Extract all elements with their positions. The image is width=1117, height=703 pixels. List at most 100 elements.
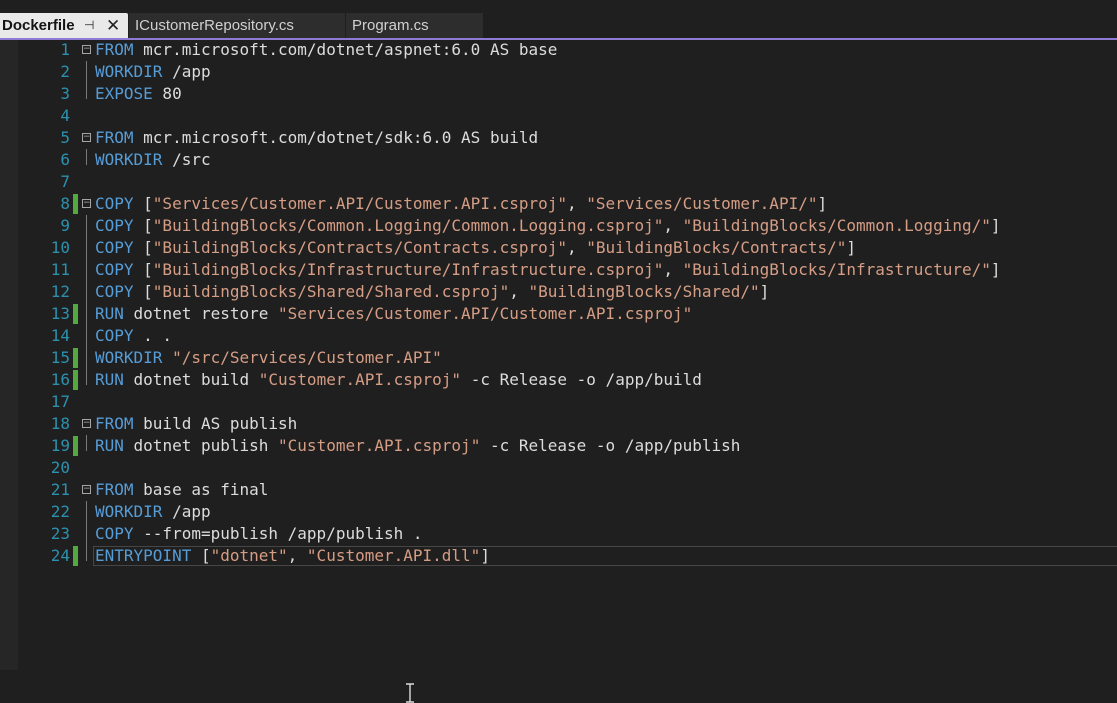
collapse-icon[interactable]: − bbox=[82, 419, 91, 428]
code-text[interactable]: COPY ["BuildingBlocks/Contracts/Contract… bbox=[95, 237, 856, 259]
outline-guide bbox=[86, 281, 87, 303]
code-line[interactable]: 7 bbox=[0, 171, 1117, 193]
code-line[interactable]: 1 − FROM mcr.microsoft.com/dotnet/aspnet:6… bbox=[0, 39, 1117, 61]
code-text[interactable]: COPY ["Services/Customer.API/Customer.AP… bbox=[95, 193, 827, 215]
code-text[interactable]: WORKDIR /src bbox=[95, 149, 211, 171]
code-text[interactable]: FROM build AS publish bbox=[95, 413, 297, 435]
keyword-token: WORKDIR bbox=[95, 502, 163, 521]
line-number: 15 bbox=[50, 348, 70, 367]
close-icon[interactable]: ✕ bbox=[106, 13, 120, 38]
text-token: , bbox=[287, 546, 307, 565]
code-line[interactable]: 18 − FROM build AS publish bbox=[0, 413, 1117, 435]
code-line[interactable]: 10 COPY ["BuildingBlocks/Contracts/Contra… bbox=[0, 237, 1117, 259]
code-line[interactable]: 8 − COPY ["Services/Customer.API/Customer.… bbox=[0, 193, 1117, 215]
collapse-icon[interactable]: − bbox=[82, 133, 91, 142]
code-text[interactable]: WORKDIR /app bbox=[95, 501, 211, 523]
code-line[interactable]: 21 − FROM base as final bbox=[0, 479, 1117, 501]
code-text[interactable]: WORKDIR /app bbox=[95, 61, 211, 83]
outline-guide bbox=[86, 523, 87, 545]
code-text[interactable]: WORKDIR "/src/Services/Customer.API" bbox=[95, 347, 442, 369]
tab-program[interactable]: Program.cs bbox=[346, 13, 483, 38]
code-text[interactable]: FROM mcr.microsoft.com/dotnet/aspnet:6.0… bbox=[95, 39, 557, 61]
change-marker bbox=[73, 546, 78, 566]
code-text[interactable]: COPY ["BuildingBlocks/Shared/Shared.cspr… bbox=[95, 281, 769, 303]
code-line[interactable]: 19 RUN dotnet publish "Customer.API.cspro… bbox=[0, 435, 1117, 457]
code-line[interactable]: 12 COPY ["BuildingBlocks/Shared/Shared.cs… bbox=[0, 281, 1117, 303]
code-text[interactable]: COPY --from=publish /app/publish . bbox=[95, 523, 423, 545]
code-line[interactable]: 23 COPY --from=publish /app/publish . bbox=[0, 523, 1117, 545]
text-token: /app bbox=[162, 62, 211, 81]
keyword-token: COPY bbox=[95, 326, 134, 345]
outline-guide bbox=[86, 61, 87, 83]
collapse-icon[interactable]: − bbox=[82, 199, 91, 208]
collapse-icon[interactable]: − bbox=[82, 45, 91, 54]
code-text[interactable]: ENTRYPOINT ["dotnet", "Customer.API.dll"… bbox=[95, 545, 490, 567]
code-text[interactable]: FROM mcr.microsoft.com/dotnet/sdk:6.0 AS… bbox=[95, 127, 538, 149]
pin-icon[interactable]: ⊣ bbox=[84, 13, 94, 38]
text-token: /app bbox=[162, 502, 211, 521]
tab-label: ICustomerRepository.cs bbox=[135, 17, 294, 34]
code-line[interactable]: 14 COPY . . bbox=[0, 325, 1117, 347]
text-token: dotnet build bbox=[123, 370, 259, 389]
code-editor[interactable]: 1− FROM mcr.microsoft.com/dotnet/aspnet:6… bbox=[0, 39, 1117, 703]
code-line[interactable]: 13 RUN dotnet restore "Services/Customer.… bbox=[0, 303, 1117, 325]
keyword-token: WORKDIR bbox=[95, 150, 163, 169]
text-token: ] bbox=[846, 238, 857, 257]
code-line[interactable]: 6 WORKDIR /src bbox=[0, 149, 1117, 171]
code-line[interactable]: 16 RUN dotnet build "Customer.API.csproj"… bbox=[0, 369, 1117, 391]
tab-dockerfile[interactable]: Dockerfile ⊣ ✕ bbox=[0, 13, 128, 38]
keyword-token: WORKDIR bbox=[95, 62, 163, 81]
code-line[interactable]: 17 bbox=[0, 391, 1117, 413]
code-text[interactable]: COPY ["BuildingBlocks/Infrastructure/Inf… bbox=[95, 259, 1001, 281]
code-line[interactable]: 4 bbox=[0, 105, 1117, 127]
text-cursor-icon bbox=[406, 683, 414, 703]
text-token: ] bbox=[759, 282, 770, 301]
line-number: 22 bbox=[50, 502, 70, 521]
text-token: mcr.microsoft.com/dotnet/sdk:6.0 AS buil… bbox=[133, 128, 539, 147]
code-line[interactable]: 5 − FROM mcr.microsoft.com/dotnet/sdk:6.0 … bbox=[0, 127, 1117, 149]
tab-icustomerrepository[interactable]: ICustomerRepository.cs bbox=[129, 13, 345, 38]
code-text[interactable]: FROM base as final bbox=[95, 479, 268, 501]
change-marker bbox=[73, 194, 78, 214]
text-token: , bbox=[509, 282, 529, 301]
outline-guide bbox=[86, 545, 87, 561]
keyword-token: ENTRYPOINT bbox=[95, 546, 192, 565]
code-line[interactable]: 3 EXPOSE 80 bbox=[0, 83, 1117, 105]
text-token: ] bbox=[990, 260, 1001, 279]
code-line[interactable]: 22 WORKDIR /app bbox=[0, 501, 1117, 523]
code-text[interactable]: RUN dotnet restore "Services/Customer.AP… bbox=[95, 303, 692, 325]
code-text[interactable]: EXPOSE 80 bbox=[95, 83, 182, 105]
code-text[interactable]: COPY . . bbox=[95, 325, 172, 347]
text-token: ] bbox=[480, 546, 490, 565]
code-line[interactable]: 15 WORKDIR "/src/Services/Customer.API" bbox=[0, 347, 1117, 369]
outline-guide bbox=[86, 435, 87, 451]
string-token: "BuildingBlocks/Common.Logging/" bbox=[682, 216, 991, 235]
collapse-icon[interactable]: − bbox=[82, 485, 91, 494]
code-text[interactable]: COPY ["BuildingBlocks/Common.Logging/Com… bbox=[95, 215, 1001, 237]
text-token: ] bbox=[990, 216, 1001, 235]
code-text[interactable]: RUN dotnet publish "Customer.API.csproj"… bbox=[95, 435, 740, 457]
string-token: "BuildingBlocks/Infrastructure/Infrastru… bbox=[152, 260, 664, 279]
line-number: 11 bbox=[50, 260, 70, 279]
keyword-token: COPY bbox=[95, 524, 134, 543]
code-line[interactable]: 24 ENTRYPOINT ["dotnet", "Customer.API.dl… bbox=[0, 545, 1117, 567]
line-number: 4 bbox=[60, 106, 70, 125]
tab-label: Dockerfile bbox=[2, 17, 75, 34]
text-token: . . bbox=[133, 326, 173, 345]
code-line[interactable]: 11 COPY ["BuildingBlocks/Infrastructure/I… bbox=[0, 259, 1117, 281]
code-line[interactable]: 20 bbox=[0, 457, 1117, 479]
string-token: "BuildingBlocks/Infrastructure/" bbox=[682, 260, 991, 279]
string-token: "dotnet" bbox=[210, 546, 288, 565]
outline-guide bbox=[86, 501, 87, 523]
string-token: "BuildingBlocks/Contracts/" bbox=[586, 238, 847, 257]
text-token: , bbox=[567, 238, 587, 257]
keyword-token: EXPOSE bbox=[95, 84, 153, 103]
code-line[interactable]: 9 COPY ["BuildingBlocks/Common.Logging/Co… bbox=[0, 215, 1117, 237]
code-text[interactable]: RUN dotnet build "Customer.API.csproj" -… bbox=[95, 369, 702, 391]
string-token: "/src/Services/Customer.API" bbox=[172, 348, 442, 367]
text-token: [ bbox=[133, 282, 153, 301]
line-number: 13 bbox=[50, 304, 70, 323]
line-number: 24 bbox=[50, 546, 70, 565]
code-line[interactable]: 2 WORKDIR /app bbox=[0, 61, 1117, 83]
text-token: [ bbox=[191, 546, 211, 565]
